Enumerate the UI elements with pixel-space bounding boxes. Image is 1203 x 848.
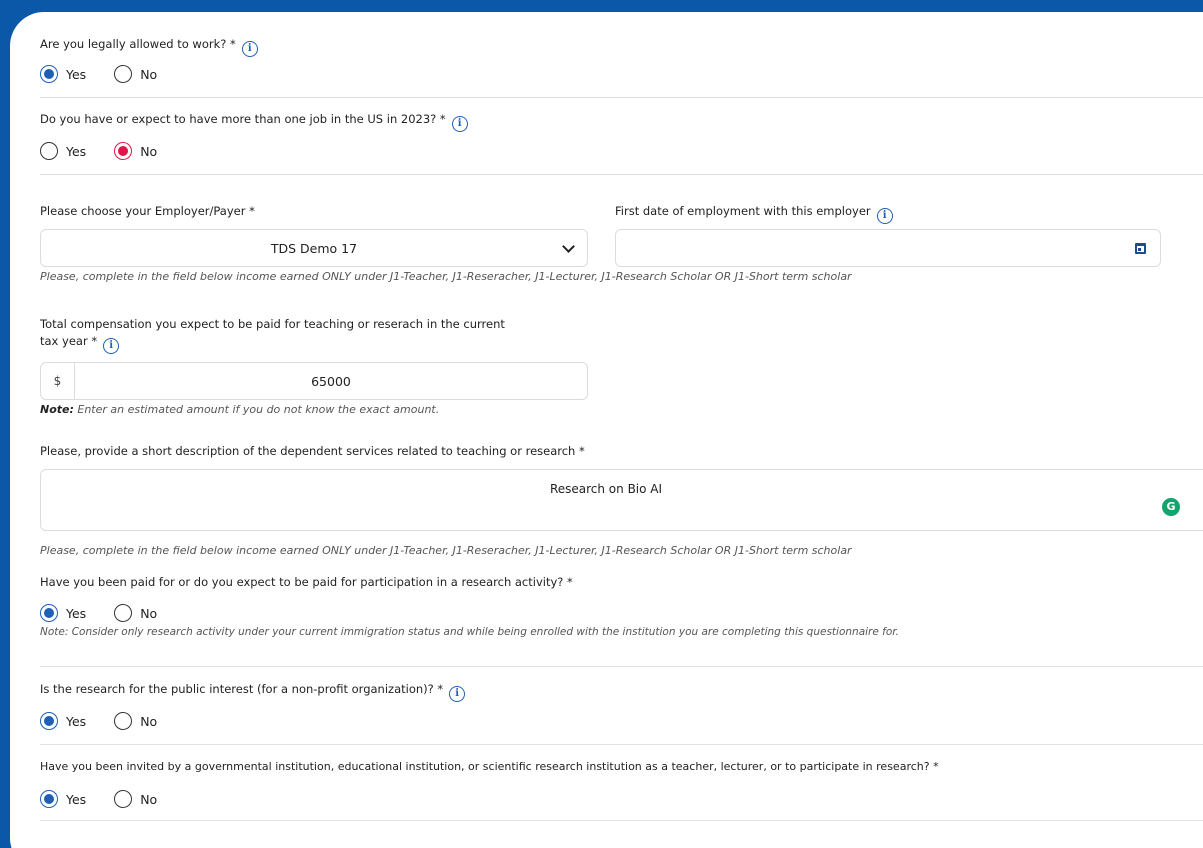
divider bbox=[40, 744, 1203, 745]
note-bold: Note: bbox=[40, 403, 74, 416]
radio-option-no[interactable]: No bbox=[114, 712, 157, 730]
radio-label: No bbox=[140, 713, 158, 729]
question-multiple-jobs: Do you have or expect to have more than … bbox=[40, 112, 468, 132]
compensation-input[interactable]: $ 65000 bbox=[40, 362, 588, 400]
divider bbox=[40, 97, 1203, 98]
radio-button[interactable] bbox=[114, 604, 133, 622]
description-label: Please, provide a short description of t… bbox=[40, 444, 585, 458]
description-textarea[interactable]: Research on Bio AI G bbox=[40, 469, 1203, 531]
employer-selected-value: TDS Demo 17 bbox=[270, 241, 358, 256]
radio-label: Yes bbox=[66, 143, 87, 159]
radio-option-no[interactable]: No bbox=[114, 142, 157, 160]
radio-option-no[interactable]: No bbox=[114, 790, 157, 808]
radio-label: Yes bbox=[66, 66, 87, 82]
radio-option-yes[interactable]: Yes bbox=[40, 65, 86, 83]
radio-label: No bbox=[140, 791, 158, 807]
info-icon[interactable]: i bbox=[449, 686, 466, 702]
divider bbox=[40, 820, 1203, 821]
radio-option-yes[interactable]: Yes bbox=[40, 790, 86, 808]
currency-prefix: $ bbox=[41, 363, 75, 399]
radio-group-legally-allowed: Yes No bbox=[40, 65, 185, 83]
first-date-label: First date of employment with this emplo… bbox=[615, 204, 893, 224]
radio-label: No bbox=[140, 66, 158, 82]
question-research-paid: Have you been paid for or do you expect … bbox=[40, 575, 573, 589]
radio-label: Yes bbox=[66, 713, 87, 729]
compensation-label-text: tax year * bbox=[40, 334, 98, 348]
compensation-label-line2: tax year * i bbox=[40, 334, 120, 354]
info-icon[interactable]: i bbox=[876, 208, 893, 224]
radio-label: Yes bbox=[66, 605, 87, 621]
question-legally-allowed: Are you legally allowed to work? * i bbox=[40, 37, 258, 57]
radio-option-yes[interactable]: Yes bbox=[40, 604, 86, 622]
compensation-note: Note: Enter an estimated amount if you d… bbox=[40, 403, 439, 416]
radio-button-checked[interactable] bbox=[40, 65, 58, 83]
radio-button[interactable] bbox=[114, 65, 133, 83]
compensation-label-line1: Total compensation you expect to be paid… bbox=[40, 317, 505, 331]
radio-option-no[interactable]: No bbox=[114, 604, 157, 622]
first-date-input[interactable] bbox=[615, 229, 1161, 267]
grammarly-icon[interactable]: G bbox=[1162, 498, 1180, 516]
radio-button[interactable] bbox=[114, 712, 133, 730]
radio-button-checked[interactable] bbox=[40, 604, 58, 622]
radio-label: Yes bbox=[66, 791, 87, 807]
info-icon[interactable]: i bbox=[103, 338, 120, 354]
radio-button[interactable] bbox=[114, 790, 133, 808]
question-public-interest: Is the research for the public interest … bbox=[40, 682, 466, 702]
radio-button-checked[interactable] bbox=[40, 790, 58, 808]
question-label: Is the research for the public interest … bbox=[40, 682, 444, 696]
first-date-label-text: First date of employment with this emplo… bbox=[615, 204, 871, 218]
question-label: Do you have or expect to have more than … bbox=[40, 112, 446, 126]
radio-group-public-interest: Yes No bbox=[40, 712, 185, 730]
radio-group-invited: Yes No bbox=[40, 790, 185, 808]
calendar-icon[interactable] bbox=[1135, 243, 1146, 254]
note-text: Enter an estimated amount if you do not … bbox=[73, 403, 440, 416]
income-hint-2: Please, complete in the field below inco… bbox=[40, 544, 852, 557]
employer-label: Please choose your Employer/Payer * bbox=[40, 204, 255, 218]
question-label: Are you legally allowed to work? * bbox=[40, 37, 236, 51]
radio-option-yes[interactable]: Yes bbox=[40, 712, 86, 730]
income-hint: Please, complete in the field below inco… bbox=[40, 270, 852, 283]
radio-option-no[interactable]: No bbox=[114, 65, 157, 83]
divider bbox=[40, 174, 1203, 175]
description-value: Research on Bio AI bbox=[549, 482, 663, 496]
radio-button-checked[interactable] bbox=[114, 142, 133, 160]
info-icon[interactable]: i bbox=[241, 41, 258, 57]
radio-button[interactable] bbox=[40, 142, 58, 160]
radio-label: No bbox=[140, 605, 158, 621]
divider bbox=[40, 666, 1203, 667]
question-invited: Have you been invited by a governmental … bbox=[40, 760, 939, 773]
employer-select[interactable]: TDS Demo 17 bbox=[40, 229, 588, 267]
questionnaire-card: Are you legally allowed to work? * i Yes … bbox=[10, 12, 1203, 848]
research-note: Note: Consider only research activity un… bbox=[40, 626, 899, 638]
radio-group-multiple-jobs: Yes No bbox=[40, 142, 185, 160]
radio-label: No bbox=[140, 143, 158, 159]
radio-option-yes[interactable]: Yes bbox=[40, 142, 86, 160]
radio-group-research-paid: Yes No bbox=[40, 604, 185, 622]
compensation-value: 65000 bbox=[311, 374, 351, 389]
info-icon[interactable]: i bbox=[451, 116, 468, 132]
radio-button-checked[interactable] bbox=[40, 712, 58, 730]
